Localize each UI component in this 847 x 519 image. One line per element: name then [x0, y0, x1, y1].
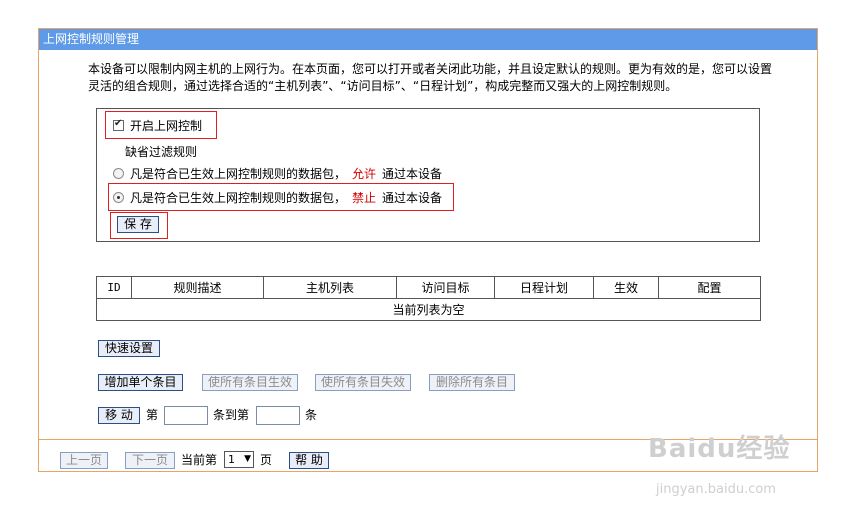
- rule-management-panel: 上网控制规则管理 本设备可以限制内网主机的上网行为。在本页面，您可以打开或者关闭…: [38, 28, 818, 472]
- help-button[interactable]: 帮 助: [289, 452, 329, 469]
- col-id: ID: [96, 276, 132, 299]
- move-button[interactable]: 移 动: [98, 407, 140, 424]
- watermark-logo: Baidu经验: [648, 434, 791, 464]
- page-select-value: 1: [228, 453, 235, 466]
- col-host-list: 主机列表: [263, 276, 397, 299]
- col-description: 规则描述: [131, 276, 264, 299]
- panel-title: 上网控制规则管理: [39, 29, 817, 50]
- option-allow[interactable]: 凡是符合已生效上网控制规则的数据包， 允许 通过本设备: [113, 165, 442, 182]
- current-page-prefix: 当前第: [181, 453, 218, 467]
- move-to-input[interactable]: [256, 406, 300, 425]
- col-target: 访问目标: [396, 276, 495, 299]
- allow-keyword: 允许: [352, 167, 377, 181]
- allow-prefix: 凡是符合已生效上网控制规则的数据包，: [130, 167, 347, 181]
- move-suffix: 条: [305, 408, 318, 422]
- table-row: 当前列表为空: [96, 298, 761, 321]
- page-suffix: 页: [260, 453, 273, 467]
- quick-setup-button[interactable]: 快速设置: [98, 340, 160, 357]
- deny-suffix: 通过本设备: [382, 191, 443, 205]
- settings-box: 开启上网控制 缺省过滤规则 凡是符合已生效上网控制规则的数据包， 允许 通过本设…: [96, 108, 760, 242]
- option-deny[interactable]: 凡是符合已生效上网控制规则的数据包， 禁止 通过本设备: [113, 189, 442, 206]
- col-enabled: 生效: [593, 276, 659, 299]
- save-button[interactable]: 保 存: [117, 216, 159, 233]
- chevron-down-icon: ▼: [244, 454, 251, 464]
- col-schedule: 日程计划: [494, 276, 594, 299]
- empty-list-text: 当前列表为空: [96, 298, 761, 321]
- deny-radio[interactable]: [113, 192, 124, 203]
- prev-page-button[interactable]: 上一页: [60, 452, 108, 469]
- enable-all-button[interactable]: 使所有条目生效: [202, 374, 298, 391]
- allow-suffix: 通过本设备: [382, 167, 443, 181]
- deny-keyword: 禁止: [352, 191, 377, 205]
- deny-prefix: 凡是符合已生效上网控制规则的数据包，: [130, 191, 347, 205]
- enable-label: 开启上网控制: [130, 119, 203, 133]
- next-page-button[interactable]: 下一页: [125, 452, 175, 469]
- move-middle: 条到第: [213, 408, 250, 422]
- allow-radio[interactable]: [113, 168, 124, 179]
- col-config: 配置: [658, 276, 761, 299]
- enable-checkbox[interactable]: [113, 118, 124, 131]
- watermark-url: jingyan.baidu.com: [656, 482, 776, 497]
- default-rule-title: 缺省过滤规则: [125, 145, 198, 159]
- move-prefix: 第: [146, 408, 159, 422]
- page-description: 本设备可以限制内网主机的上网行为。在本页面，您可以打开或者关闭此功能，并且设定默…: [88, 62, 773, 93]
- enable-control-row[interactable]: 开启上网控制: [113, 117, 202, 134]
- add-entry-button[interactable]: 增加单个条目: [98, 374, 183, 391]
- move-from-input[interactable]: [164, 406, 208, 425]
- table-header-row: ID 规则描述 主机列表 访问目标 日程计划 生效 配置: [96, 276, 761, 299]
- disable-all-button[interactable]: 使所有条目失效: [315, 374, 411, 391]
- page-select[interactable]: 1 ▼: [224, 451, 254, 468]
- rules-table: ID 规则描述 主机列表 访问目标 日程计划 生效 配置 当前列表为空: [96, 276, 761, 321]
- delete-all-button[interactable]: 删除所有条目: [429, 374, 515, 391]
